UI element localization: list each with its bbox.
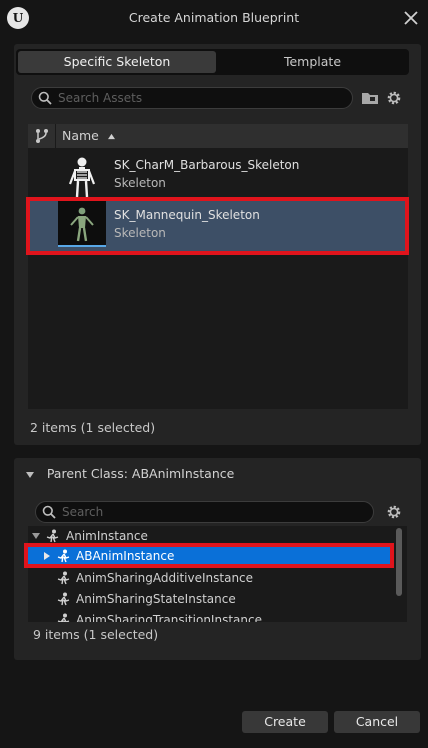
parent-class-search-input[interactable]	[62, 504, 365, 520]
dialog-title: Create Animation Blueprint	[128, 10, 300, 25]
search-assets-input[interactable]	[58, 90, 344, 106]
tree-item[interactable]: AnimSharingStateInstance	[28, 589, 394, 609]
anim-instance-icon	[57, 592, 70, 606]
asset-list-header: Name	[28, 124, 408, 148]
cancel-button[interactable]: Cancel	[334, 711, 420, 733]
create-button[interactable]: Create	[242, 711, 328, 733]
anim-instance-icon	[57, 571, 70, 585]
asset-name: SK_CharM_Barbarous_Skeleton	[114, 158, 300, 172]
folder-icon[interactable]	[361, 89, 379, 107]
tab-bar: Specific Skeleton Template	[16, 49, 409, 75]
close-icon[interactable]	[402, 9, 420, 27]
tree-item-label: AnimSharingAdditiveInstance	[76, 571, 254, 585]
anim-instance-icon	[57, 613, 70, 622]
tree-item-label: AnimSharingTransitionInstance	[76, 613, 262, 622]
sort-ascending-icon	[107, 133, 115, 140]
tree-scrollbar[interactable]	[396, 528, 402, 596]
class-count-status: 9 items (1 selected)	[33, 627, 159, 642]
tab-template[interactable]: Template	[216, 49, 409, 75]
class-tree: AnimInstance ABAnimInstance AnimSharingA…	[28, 526, 407, 622]
settings-gear-icon[interactable]	[385, 89, 403, 107]
expanded-arrow-icon	[32, 533, 40, 539]
asset-count-status: 2 items (1 selected)	[30, 420, 156, 435]
asset-row[interactable]: SK_CharM_Barbarous_Skeleton Skeleton	[28, 150, 408, 202]
anim-instance-icon	[46, 529, 59, 543]
branch-column[interactable]	[28, 124, 56, 148]
branch-icon	[36, 129, 48, 143]
search-icon	[38, 91, 52, 105]
annotation-highlight-class	[24, 543, 394, 568]
search-icon	[42, 505, 56, 519]
tree-item[interactable]: AnimSharingAdditiveInstance	[28, 568, 394, 588]
skeleton-thumbnail-icon	[68, 157, 96, 198]
name-column-label: Name	[62, 128, 99, 143]
parent-class-search-box[interactable]	[35, 501, 374, 523]
tab-specific-skeleton[interactable]: Specific Skeleton	[18, 51, 216, 73]
asset-type: Skeleton	[114, 176, 166, 190]
parent-class-label: Parent Class: ABAnimInstance	[46, 466, 235, 481]
search-assets-box[interactable]	[31, 87, 353, 109]
settings-gear-icon[interactable]	[385, 503, 403, 521]
parent-class-header[interactable]: Parent Class: ABAnimInstance	[26, 465, 234, 483]
name-column-header[interactable]: Name	[62, 124, 116, 148]
tree-item[interactable]: AnimSharingTransitionInstance	[28, 610, 394, 622]
title-bar: U Create Animation Blueprint	[0, 0, 428, 36]
annotation-highlight-asset	[26, 197, 409, 255]
tree-item-label: AnimSharingStateInstance	[76, 592, 236, 606]
collapse-arrow-icon	[26, 471, 34, 478]
